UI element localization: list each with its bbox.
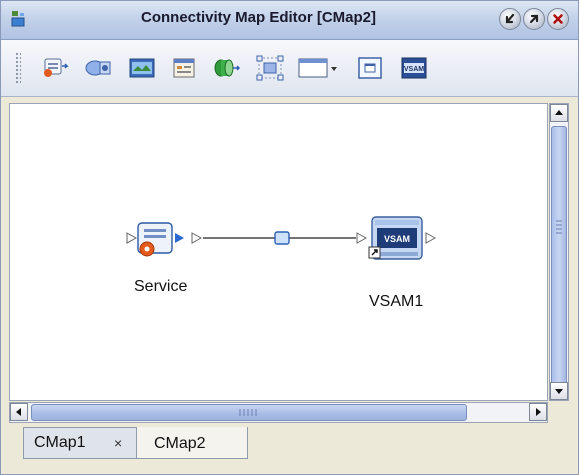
service-node-label: Service xyxy=(134,278,188,295)
scroll-down-button[interactable] xyxy=(550,382,568,400)
tab-close-icon[interactable]: × xyxy=(114,428,122,458)
link-handle[interactable] xyxy=(274,231,290,245)
close-icon xyxy=(553,14,563,24)
maximize-button[interactable] xyxy=(523,8,545,30)
horizontal-scroll-thumb[interactable] xyxy=(31,404,467,421)
title-bar[interactable]: Connectivity Map Editor [CMap2] xyxy=(1,1,578,40)
tab-cmap1[interactable]: CMap1 × xyxy=(23,427,136,459)
grip-icon xyxy=(239,409,257,416)
connector-icon[interactable] xyxy=(211,54,241,82)
arrow-right-icon xyxy=(536,408,541,416)
diagram-svg: VSAM xyxy=(126,216,437,260)
toolbar: VSAM xyxy=(1,40,578,97)
grip-icon xyxy=(556,220,562,234)
vsam-icon[interactable]: VSAM xyxy=(399,54,429,82)
service-node[interactable] xyxy=(126,222,203,257)
scroll-up-button[interactable] xyxy=(550,104,568,122)
vertical-scrollbar[interactable] xyxy=(549,103,569,401)
auto-layout-icon[interactable] xyxy=(255,54,285,82)
close-button[interactable] xyxy=(547,8,569,30)
tab-cmap2-label: CMap2 xyxy=(154,435,206,452)
external-application-icon[interactable] xyxy=(39,54,69,82)
tab-cmap2[interactable]: CMap2 xyxy=(136,427,248,459)
app-icon xyxy=(11,11,25,27)
arrow-up-icon xyxy=(555,110,563,115)
arrow-left-icon xyxy=(16,408,21,416)
arrow-down-icon xyxy=(555,389,563,394)
minimize-icon xyxy=(505,13,515,24)
maximize-icon xyxy=(529,14,539,24)
connectivity-map-editor-window: Connectivity Map Editor [CMap2] VSAM VSA… xyxy=(0,0,579,475)
vertical-scroll-thumb[interactable] xyxy=(551,126,567,386)
vsam-node-badge: VSAM xyxy=(384,234,410,244)
window-title: Connectivity Map Editor [CMap2] xyxy=(141,9,377,26)
scroll-right-button[interactable] xyxy=(529,403,547,421)
scroll-corner xyxy=(549,402,569,423)
toolbar-grip[interactable] xyxy=(15,52,21,84)
scroll-left-button[interactable] xyxy=(10,403,28,421)
minimize-button[interactable] xyxy=(499,8,521,30)
service-component-icon[interactable] xyxy=(83,54,113,82)
connectivity-map-canvas[interactable]: VSAM Service VSAM1 xyxy=(9,103,548,401)
vsam-node-label: VSAM1 xyxy=(369,293,424,310)
editor-tab-bar: CMap1 × CMap2 xyxy=(1,425,578,474)
tab-cmap1-label: CMap1 xyxy=(34,434,86,451)
window-icon[interactable] xyxy=(355,54,385,82)
document-icon[interactable] xyxy=(169,54,199,82)
web-service-icon[interactable] xyxy=(127,54,157,82)
window-dropdown-icon[interactable] xyxy=(297,54,339,82)
svg-text:VSAM: VSAM xyxy=(404,66,424,73)
horizontal-scrollbar[interactable] xyxy=(9,402,548,423)
